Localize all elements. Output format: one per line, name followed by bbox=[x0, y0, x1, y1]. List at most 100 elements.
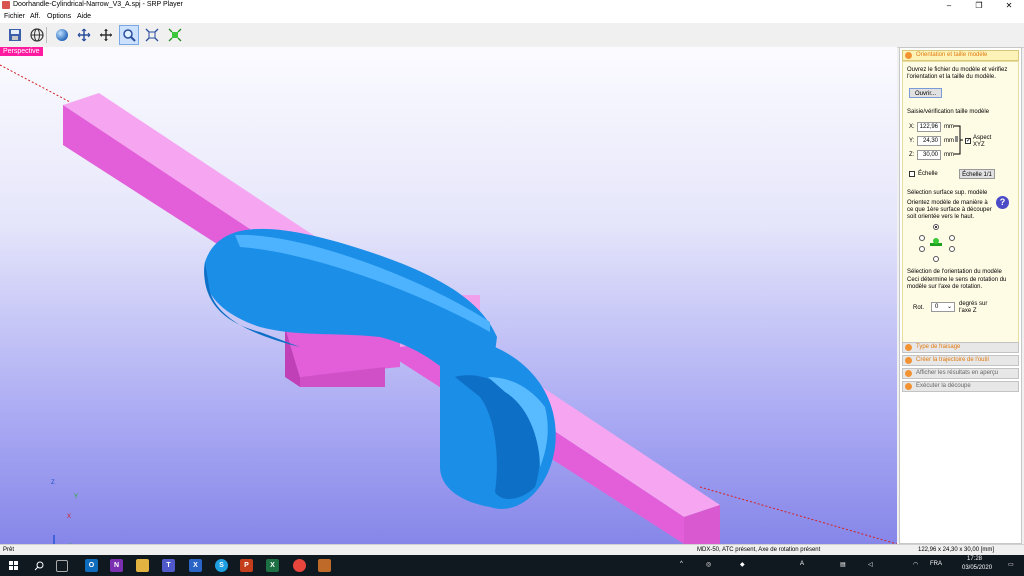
search-icon[interactable] bbox=[34, 561, 44, 571]
skype-icon[interactable]: S bbox=[215, 559, 228, 572]
surface-text-1: Orientez modèle de manière à bbox=[907, 200, 988, 206]
menu-aff[interactable]: Aff. bbox=[30, 13, 40, 20]
scale-label: Échelle bbox=[918, 171, 938, 177]
section-orientation-body: Ouvrez le fichier du modèle et vérifiez … bbox=[902, 61, 1019, 344]
clock-time[interactable]: 17:28 bbox=[967, 556, 982, 562]
y-label: Y: bbox=[909, 138, 915, 144]
scale-checkbox[interactable] bbox=[909, 171, 915, 177]
section-toolpath-header[interactable]: Créer la trajectoire de l'outil bbox=[902, 355, 1019, 366]
tray-dropbox-icon[interactable]: ◆ bbox=[740, 561, 745, 568]
section-orientation-header[interactable]: Orientation et taille modèle bbox=[902, 50, 1019, 61]
help-icon[interactable]: ? bbox=[996, 196, 1009, 209]
task-view-icon[interactable] bbox=[56, 560, 68, 572]
rotation-axis-line bbox=[0, 64, 71, 103]
outlook-icon[interactable]: O bbox=[85, 559, 98, 572]
file-explorer-icon[interactable] bbox=[136, 559, 149, 572]
fit-all-icon[interactable] bbox=[165, 25, 185, 45]
section-milling-type-header[interactable]: Type de fraisage bbox=[902, 342, 1019, 353]
wifi-icon[interactable]: ◠ bbox=[913, 561, 918, 568]
close-button[interactable]: ✕ bbox=[994, 0, 1024, 12]
taskbar: O N T X S P X ^ ◎ ◆ A ▤ ◁ ◠ FRA 17:28 03… bbox=[0, 555, 1024, 576]
section-icon bbox=[905, 344, 912, 351]
intro-line-2: l'orientation et la taille du modèle. bbox=[907, 74, 996, 80]
surface-text-2: ce que 1ère surface à découper bbox=[907, 207, 992, 213]
intro-line-1: Ouvrez le fichier du modèle et vérifiez bbox=[907, 67, 1008, 73]
app-icon bbox=[2, 1, 10, 9]
notification-icon[interactable]: ▭ bbox=[1008, 561, 1014, 568]
language-indicator[interactable]: FRA bbox=[930, 561, 942, 567]
menu-bar: Fichier Aff. Options Aide bbox=[0, 12, 1024, 23]
section-label: Type de fraisage bbox=[916, 344, 961, 350]
z-axis-label: Z bbox=[51, 480, 55, 486]
scale-1-1-button[interactable]: Échelle 1/1 bbox=[959, 169, 995, 179]
surface-radio-back-left[interactable] bbox=[919, 235, 925, 241]
menu-options[interactable]: Options bbox=[47, 13, 71, 20]
maximize-button[interactable]: ❐ bbox=[964, 0, 994, 12]
toolbar-separator bbox=[46, 27, 47, 43]
section-icon bbox=[905, 370, 912, 377]
tray-chevron-icon[interactable]: ^ bbox=[680, 561, 683, 567]
3d-viewport[interactable]: Perspective Z Y X bbox=[0, 47, 897, 544]
network-icon[interactable]: ▤ bbox=[840, 561, 846, 568]
x-label: X: bbox=[909, 124, 915, 130]
excel-icon[interactable]: X bbox=[266, 559, 279, 572]
section-icon bbox=[905, 52, 912, 59]
powerpoint-icon[interactable]: P bbox=[240, 559, 253, 572]
model-orientation-icon bbox=[930, 238, 942, 246]
rot-unit-1: degrés sur bbox=[959, 301, 988, 307]
windows-start-icon[interactable] bbox=[9, 561, 19, 571]
rotation-select[interactable]: 0 ⌄ bbox=[931, 302, 955, 312]
globe-icon[interactable] bbox=[27, 25, 47, 45]
zoom-icon[interactable] bbox=[119, 25, 139, 45]
clock-date[interactable]: 03/05/2020 bbox=[962, 565, 992, 571]
rotation-axis-line-end bbox=[699, 486, 897, 544]
size-heading: Saisie/vérification taille modèle bbox=[907, 109, 990, 115]
rotation-heading: Sélection de l'orientation du modèle bbox=[907, 269, 1002, 275]
z-size-input[interactable]: 30,00 bbox=[917, 150, 941, 160]
status-bar: Prêt MDX-50, ATC présent, Axe de rotatio… bbox=[0, 544, 1024, 555]
app-x-icon[interactable]: X bbox=[189, 559, 202, 572]
surface-radio-left[interactable] bbox=[919, 246, 925, 252]
chrome-icon[interactable] bbox=[293, 559, 306, 572]
onenote-icon[interactable]: N bbox=[110, 559, 123, 572]
rotation-text-2: modèle sur l'axe de rotation. bbox=[907, 284, 983, 290]
surface-radio-bottom[interactable] bbox=[933, 256, 939, 262]
srp-player-icon[interactable] bbox=[318, 559, 331, 572]
rotate-icon[interactable] bbox=[74, 25, 94, 45]
y-axis-label: Y bbox=[74, 494, 79, 500]
section-preview-header[interactable]: Afficher les résultats en aperçu bbox=[902, 368, 1019, 379]
rotation-text-1: Ceci détermine le sens de rotation du bbox=[907, 277, 1007, 283]
aspect-xyz-checkbox[interactable]: ✓ bbox=[965, 138, 971, 144]
open-button[interactable]: Ouvrir... bbox=[909, 88, 942, 98]
tray-app-a-icon[interactable]: A bbox=[800, 561, 804, 567]
surface-text-3: soit orientée vers le haut. bbox=[907, 214, 975, 220]
fit-icon[interactable] bbox=[142, 25, 162, 45]
aspect-label: Aspect bbox=[973, 135, 992, 141]
volume-icon[interactable]: ◁ bbox=[868, 561, 873, 568]
menu-fichier[interactable]: Fichier bbox=[4, 13, 25, 20]
teams-icon[interactable]: T bbox=[162, 559, 175, 572]
section-cut-header[interactable]: Exécuter la découpe bbox=[902, 381, 1019, 392]
workflow-panel: Orientation et taille modèle Ouvrez le f… bbox=[899, 47, 1022, 544]
sphere-icon[interactable] bbox=[52, 25, 72, 45]
x-axis-label: X bbox=[67, 514, 72, 520]
section-icon bbox=[905, 357, 912, 364]
surface-radio-top[interactable] bbox=[933, 224, 939, 230]
save-icon[interactable] bbox=[5, 25, 25, 45]
minimize-button[interactable]: – bbox=[934, 0, 964, 12]
title-bar: Doorhandle-Cylindrical-Narrow_V3_A.spj -… bbox=[0, 0, 1024, 12]
surface-radio-back-right[interactable] bbox=[949, 235, 955, 241]
y-size-input[interactable]: 24,30 bbox=[917, 136, 941, 146]
surface-radio-right[interactable] bbox=[949, 246, 955, 252]
section-label: Afficher les résultats en aperçu bbox=[916, 370, 999, 376]
section-icon bbox=[905, 383, 912, 390]
menu-aide[interactable]: Aide bbox=[77, 13, 91, 20]
move-icon[interactable] bbox=[96, 25, 116, 45]
x-size-input[interactable]: 122,96 bbox=[917, 122, 941, 132]
status-ready: Prêt bbox=[3, 547, 15, 553]
toolbar bbox=[0, 23, 1024, 48]
surface-heading: Sélection surface sup. modèle bbox=[907, 190, 988, 196]
tray-app-icon[interactable]: ◎ bbox=[706, 561, 711, 568]
section-label: Créer la trajectoire de l'outil bbox=[916, 357, 989, 363]
link-bracket-icon bbox=[954, 125, 963, 155]
